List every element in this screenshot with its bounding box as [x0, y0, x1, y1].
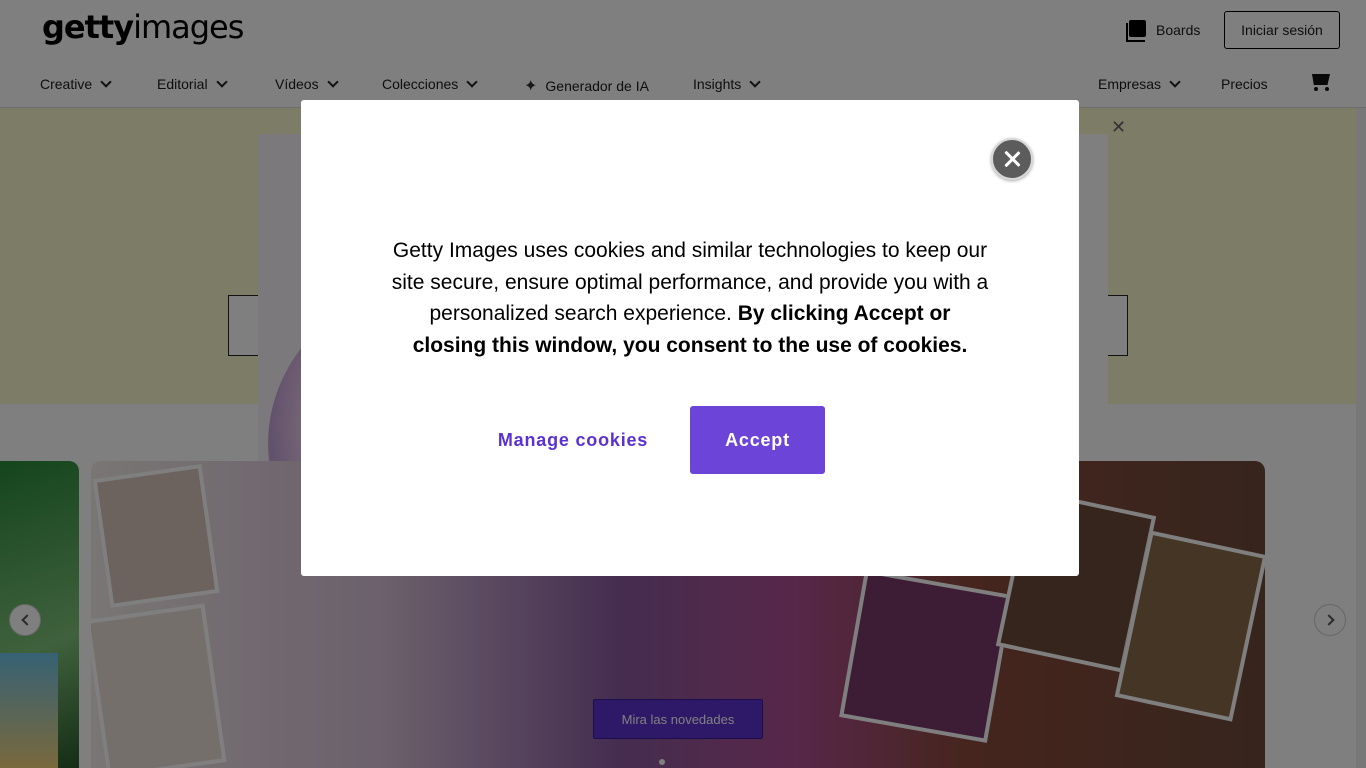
cookie-message: Getty Images uses cookies and similar te…	[390, 235, 990, 361]
close-button[interactable]	[991, 138, 1033, 180]
accept-button[interactable]: Accept	[690, 406, 825, 474]
close-icon	[1003, 150, 1021, 168]
manage-cookies-button[interactable]: Manage cookies	[487, 406, 659, 474]
cookie-consent-dialog: Getty Images uses cookies and similar te…	[301, 100, 1079, 576]
